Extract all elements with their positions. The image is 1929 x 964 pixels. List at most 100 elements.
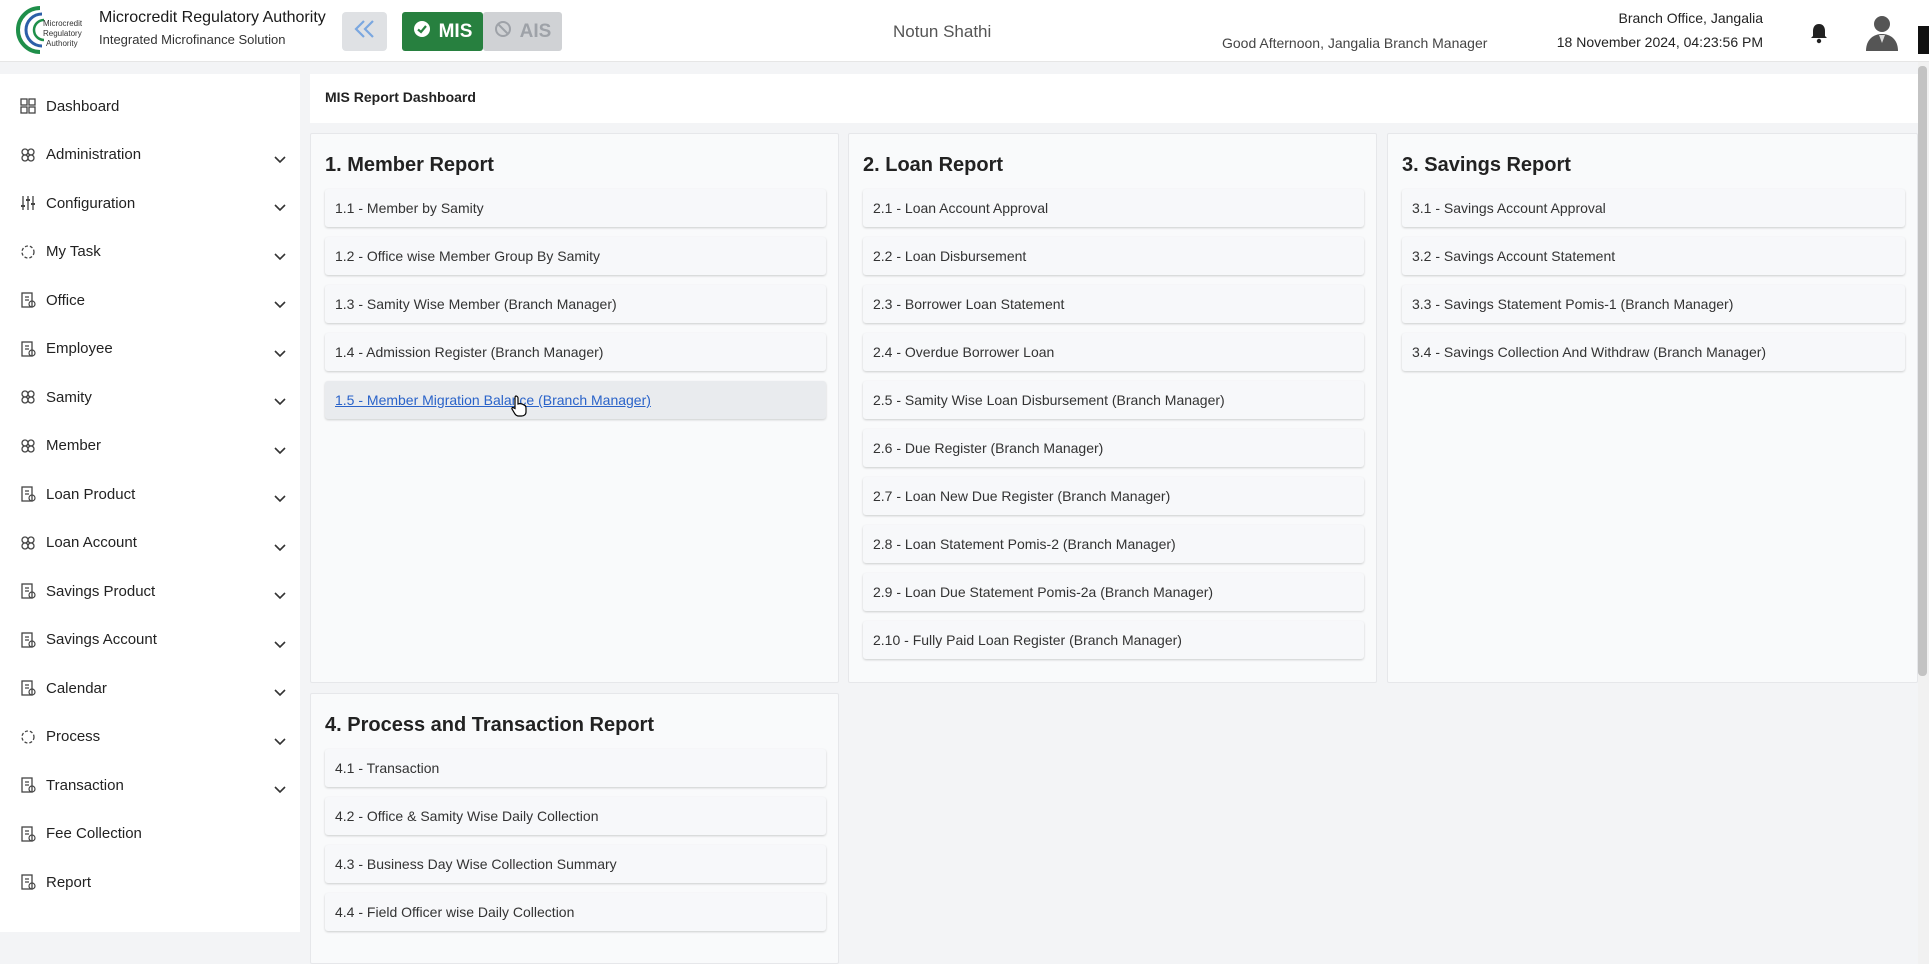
- brand-subtitle: Integrated Microfinance Solution: [99, 32, 286, 47]
- admin-icon: [20, 147, 36, 163]
- report-link-2-2[interactable]: 2.2 - Loan Disbursement: [863, 237, 1364, 275]
- sidebar-item-label: Transaction: [46, 776, 124, 794]
- grid-icon: [20, 98, 36, 114]
- chevron-down-icon: [274, 442, 286, 454]
- page-title-bar: MIS Report Dashboard: [310, 74, 1918, 123]
- sidebar-item-calendar[interactable]: Calendar: [0, 668, 300, 708]
- sidebar-item-label: Loan Product: [46, 485, 136, 503]
- report-link-3-1[interactable]: 3.1 - Savings Account Approval: [1402, 189, 1905, 227]
- report-link-2-9[interactable]: 2.9 - Loan Due Statement Pomis-2a (Branc…: [863, 573, 1364, 611]
- loan-report-title: 2. Loan Report: [863, 154, 1004, 176]
- sliders-icon: [20, 195, 36, 211]
- task-icon: [20, 244, 36, 260]
- user-avatar-icon[interactable]: [1864, 13, 1900, 51]
- employee-icon: [20, 340, 36, 357]
- sidebar-item-report[interactable]: Report: [0, 862, 300, 902]
- sidebar-item-process[interactable]: Process: [0, 717, 300, 757]
- report-link-3-4[interactable]: 3.4 - Savings Collection And Withdraw (B…: [1402, 333, 1905, 371]
- report-link-1-2[interactable]: 1.2 - Office wise Member Group By Samity: [325, 237, 826, 275]
- savings-report-card: 3. Savings Report 3.1 - Savings Account …: [1387, 133, 1918, 683]
- mis-toggle-button[interactable]: MIS: [402, 12, 483, 51]
- report-link-2-7[interactable]: 2.7 - Loan New Due Register (Branch Mana…: [863, 477, 1364, 515]
- sidebar-item-loan-account[interactable]: Loan Account: [0, 523, 300, 563]
- chevron-down-icon: [274, 539, 286, 551]
- chevron-down-icon: [274, 587, 286, 600]
- samity-icon: [20, 389, 36, 405]
- report-link-1-1[interactable]: 1.1 - Member by Samity: [325, 189, 826, 227]
- sidebar-item-label: Fee Collection: [46, 825, 142, 842]
- report-link-1-3[interactable]: 1.3 - Samity Wise Member (Branch Manager…: [325, 285, 826, 323]
- sidebar-item-label: Loan Account: [46, 534, 137, 551]
- chevron-down-icon: [274, 684, 286, 697]
- sidebar-item-dashboard[interactable]: Dashboard: [0, 86, 300, 126]
- collapse-sidebar-button[interactable]: [342, 12, 387, 51]
- edge-tab: [1918, 26, 1929, 54]
- branch-name: Branch Office, Jangalia: [1618, 10, 1764, 26]
- report-link-2-6[interactable]: 2.6 - Due Register (Branch Manager): [863, 429, 1364, 467]
- report-link-2-8[interactable]: 2.8 - Loan Statement Pomis-2 (Branch Man…: [863, 525, 1364, 563]
- page-title: MIS Report Dashboard: [325, 89, 476, 105]
- report-link-2-5[interactable]: 2.5 - Samity Wise Loan Disbursement (Bra…: [863, 381, 1364, 419]
- report-link-2-3[interactable]: 2.3 - Borrower Loan Statement: [863, 285, 1364, 323]
- sidebar: Dashboard Administration Configuration My T…: [0, 74, 300, 932]
- bell-icon[interactable]: [1809, 22, 1829, 44]
- report-link-4-4[interactable]: 4.4 - Field Officer wise Daily Collectio…: [325, 893, 826, 931]
- report-link-3-3[interactable]: 3.3 - Savings Statement Pomis-1 (Branch …: [1402, 285, 1905, 323]
- chevron-down-icon: [274, 636, 286, 648]
- sidebar-item-transaction[interactable]: Transaction: [0, 765, 300, 805]
- sidebar-item-label: Samity: [46, 388, 92, 406]
- report-link-4-2[interactable]: 4.2 - Office & Samity Wise Daily Collect…: [325, 797, 826, 835]
- sidebar-item-loan-product[interactable]: Loan Product: [0, 474, 300, 514]
- sidebar-item-label: Member: [46, 437, 102, 454]
- ais-label: AIS: [519, 20, 552, 42]
- mis-label: MIS: [438, 20, 473, 42]
- chevron-down-icon: [274, 733, 286, 745]
- sidebar-item-administration[interactable]: Administration: [0, 135, 300, 175]
- top-header: Microcredit Regulatory Authority Microcr…: [0, 0, 1929, 62]
- report-link-1-4[interactable]: 1.4 - Admission Register (Branch Manager…: [325, 333, 826, 371]
- sidebar-item-label: Calendar: [46, 679, 107, 697]
- process-transaction-report-card: 4. Process and Transaction Report 4.1 - …: [310, 693, 839, 964]
- sidebar-item-member[interactable]: Member: [0, 426, 300, 466]
- savings-account-icon: [20, 631, 36, 648]
- greeting-text: Good Afternoon, Jangalia Branch Manager: [1222, 35, 1488, 51]
- sidebar-item-fee-collection[interactable]: Fee Collection: [0, 814, 300, 854]
- mra-logo: Microcredit Regulatory Authority: [16, 4, 90, 56]
- report-link-1-5[interactable]: 1.5 - Member Migration Balance (Branch M…: [325, 381, 826, 419]
- sidebar-item-label: Administration: [46, 146, 142, 163]
- sidebar-item-employee[interactable]: Employee: [0, 329, 300, 369]
- sidebar-item-savings-account[interactable]: Savings Account: [0, 620, 300, 660]
- sidebar-item-my-task[interactable]: My Task: [0, 232, 300, 272]
- brand-title: Microcredit Regulatory Authority: [99, 9, 326, 26]
- sidebar-item-savings-product[interactable]: Savings Product: [0, 571, 300, 611]
- chevron-down-icon: [274, 296, 286, 309]
- report-icon: [20, 874, 36, 890]
- process-transaction-report-title: 4. Process and Transaction Report: [325, 714, 654, 736]
- member-report-card: 1. Member Report 1.1 - Member by Samity 1…: [310, 133, 839, 683]
- savings-product-icon: [20, 583, 36, 599]
- hand-cursor-icon: [511, 395, 527, 417]
- ais-toggle-button[interactable]: AIS: [483, 12, 562, 51]
- sidebar-item-office[interactable]: Office: [0, 280, 300, 320]
- sidebar-item-samity[interactable]: Samity: [0, 377, 300, 417]
- sidebar-item-label: Configuration: [46, 194, 136, 212]
- sidebar-item-label: Employee: [46, 340, 113, 357]
- report-link-3-2[interactable]: 3.2 - Savings Account Statement: [1402, 237, 1905, 275]
- member-icon: [20, 438, 36, 454]
- sidebar-item-label: Savings Product: [46, 582, 156, 600]
- chevron-down-icon: [274, 248, 286, 260]
- report-link-2-1[interactable]: 2.1 - Loan Account Approval: [863, 189, 1364, 227]
- report-link-2-10[interactable]: 2.10 - Fully Paid Loan Register (Branch …: [863, 621, 1364, 659]
- fee-icon: [20, 825, 36, 842]
- report-link-2-4[interactable]: 2.4 - Overdue Borrower Loan: [863, 333, 1364, 371]
- sidebar-item-label: Report: [46, 873, 92, 891]
- check-circle-icon: [413, 20, 431, 44]
- report-link-4-3[interactable]: 4.3 - Business Day Wise Collection Summa…: [325, 845, 826, 883]
- loan-product-icon: [20, 486, 36, 502]
- report-link-4-1[interactable]: 4.1 - Transaction: [325, 749, 826, 787]
- sidebar-item-configuration[interactable]: Configuration: [0, 183, 300, 223]
- transaction-icon: [20, 777, 36, 793]
- current-datetime: 18 November 2024, 04:23:56 PM: [1556, 34, 1763, 50]
- svg-text:Regulatory: Regulatory: [43, 29, 82, 38]
- scrollbar-thumb[interactable]: [1918, 66, 1927, 676]
